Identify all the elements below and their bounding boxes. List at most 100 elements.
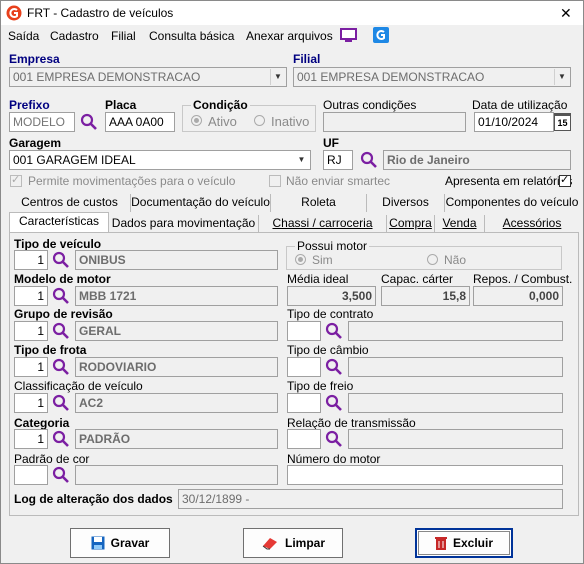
tipo-veiculo-desc: ONIBUS <box>75 250 278 270</box>
tab-componentes[interactable]: Componentes do veículo <box>445 194 579 212</box>
menu-consulta-basica[interactable]: Consulta básica <box>149 29 234 43</box>
tab-chassi[interactable]: Chassi / carroceria <box>259 215 387 233</box>
close-icon[interactable]: ✕ <box>560 5 572 22</box>
search-icon[interactable] <box>325 394 343 412</box>
search-icon[interactable] <box>80 113 98 131</box>
log-label: Log de alteração dos dados <box>14 492 173 506</box>
empresa-value: 001 EMPRESA DEMONSTRACAO <box>13 70 201 84</box>
tab-compra[interactable]: Compra <box>387 215 435 233</box>
chevron-down-icon: ▼ <box>294 152 309 168</box>
title-bar: FRT - Cadastro de veículos ✕ <box>1 1 583 25</box>
outras-condicoes-label: Outras condições <box>323 98 417 112</box>
tab-diversos[interactable]: Diversos <box>367 194 445 212</box>
permite-label: Permite movimentações para o veículo <box>28 174 236 188</box>
relacao-transmissao-desc <box>348 429 563 449</box>
data-utilizacao-label: Data de utilização <box>472 98 568 112</box>
relacao-transmissao-code[interactable] <box>287 429 321 449</box>
limpar-label: Limpar <box>284 536 325 550</box>
tab-dados-movimentacao[interactable]: Dados para movimentação <box>109 215 259 233</box>
empresa-select[interactable]: 001 EMPRESA DEMONSTRACAO ▼ <box>9 67 287 87</box>
nao-radio[interactable] <box>427 254 438 265</box>
modelo-motor-desc: MBB 1721 <box>75 286 278 306</box>
numero-motor-input[interactable] <box>287 465 563 485</box>
tabs-row-2: Características Dados para movimentação … <box>9 212 579 233</box>
sim-label: Sim <box>312 253 333 267</box>
classificacao-label: Classificação de veículo <box>14 379 143 393</box>
uf-name-field: Rio de Janeiro <box>383 150 571 170</box>
log-field: 30/12/1899 - <box>178 489 563 509</box>
search-icon[interactable] <box>325 430 343 448</box>
capac-carter-label: Capac. cárter <box>381 272 454 286</box>
uf-input[interactable]: RJ <box>323 150 353 170</box>
search-icon[interactable] <box>52 287 70 305</box>
data-utilizacao-input[interactable]: 01/10/2024 <box>474 112 554 132</box>
menu-saida[interactable]: Saída <box>8 29 39 43</box>
grupo-revisao-label: Grupo de revisão <box>14 307 113 321</box>
tipo-frota-desc: RODOVIARIO <box>75 357 278 377</box>
window-title: FRT - Cadastro de veículos <box>27 6 174 20</box>
garagem-select[interactable]: 001 GARAGEM IDEAL ▼ <box>9 150 311 170</box>
tab-caracteristicas[interactable]: Características <box>9 212 109 232</box>
uf-label: UF <box>323 136 339 150</box>
tipo-frota-label: Tipo de frota <box>14 343 87 357</box>
search-icon[interactable] <box>360 151 378 169</box>
search-icon[interactable] <box>325 322 343 340</box>
tab-roleta[interactable]: Roleta <box>271 194 367 212</box>
radio-dot-icon <box>298 257 303 262</box>
grupo-revisao-code[interactable]: 1 <box>14 321 48 341</box>
calendar-icon[interactable]: 15 <box>554 113 571 131</box>
outras-condicoes-field <box>323 112 466 132</box>
menu-cadastro[interactable]: Cadastro <box>50 29 99 43</box>
padrao-cor-code[interactable] <box>14 465 48 485</box>
menu-anexar-arquivos[interactable]: Anexar arquivos <box>246 29 333 43</box>
padrao-cor-label: Padrão de cor <box>14 452 90 466</box>
tipo-contrato-desc <box>348 321 563 341</box>
search-icon[interactable] <box>52 358 70 376</box>
chevron-down-icon: ▼ <box>554 69 569 85</box>
tipo-contrato-code[interactable] <box>287 321 321 341</box>
tipo-veiculo-code[interactable]: 1 <box>14 250 48 270</box>
inativo-radio[interactable] <box>254 115 265 126</box>
excluir-button[interactable]: Excluir <box>415 528 513 558</box>
tab-acessorios[interactable]: Acessórios <box>485 215 579 233</box>
tab-centros-de-custos[interactable]: Centros de custos <box>9 194 131 212</box>
monitor-icon[interactable] <box>340 28 357 43</box>
placa-input[interactable]: AAA 0A00 <box>105 112 175 132</box>
prefixo-input[interactable] <box>9 112 75 132</box>
search-icon[interactable] <box>52 466 70 484</box>
tab-venda[interactable]: Venda <box>435 215 485 233</box>
relacao-transmissao-label: Relação de transmissão <box>287 416 416 430</box>
tipo-freio-code[interactable] <box>287 393 321 413</box>
tipo-freio-desc <box>348 393 563 413</box>
tab-documentacao[interactable]: Documentação do veículo <box>131 194 271 212</box>
checkmark-icon: ✓ <box>11 174 21 186</box>
floppy-disk-icon <box>91 536 105 550</box>
main-window: FRT - Cadastro de veículos ✕ Saída Cadas… <box>0 0 584 564</box>
tipo-contrato-label: Tipo de contrato <box>287 307 374 321</box>
gravar-label: Gravar <box>110 536 150 550</box>
search-icon[interactable] <box>52 251 70 269</box>
app-g-icon[interactable] <box>373 27 389 43</box>
menu-filial[interactable]: Filial <box>111 29 136 43</box>
apresenta-label: Apresenta em relatórios <box>445 174 573 188</box>
tipo-cambio-code[interactable] <box>287 357 321 377</box>
chevron-down-icon: ▼ <box>270 69 285 85</box>
classificacao-code[interactable]: 1 <box>14 393 48 413</box>
categoria-code[interactable]: 1 <box>14 429 48 449</box>
gravar-button[interactable]: Gravar <box>70 528 170 558</box>
tipo-frota-code[interactable]: 1 <box>14 357 48 377</box>
media-ideal-label: Média ideal <box>287 272 349 286</box>
filial-select[interactable]: 001 EMPRESA DEMONSTRACAO ▼ <box>293 67 571 87</box>
nao-enviar-checkbox[interactable] <box>269 175 281 187</box>
limpar-button[interactable]: Limpar <box>243 528 343 558</box>
modelo-motor-code[interactable]: 1 <box>14 286 48 306</box>
garagem-value: 001 GARAGEM IDEAL <box>13 153 136 167</box>
search-icon[interactable] <box>52 430 70 448</box>
possui-motor-label: Possui motor <box>295 239 370 253</box>
search-icon[interactable] <box>52 394 70 412</box>
condicao-label: Condição <box>191 98 250 112</box>
search-icon[interactable] <box>325 358 343 376</box>
eraser-icon <box>262 538 277 550</box>
search-icon[interactable] <box>52 322 70 340</box>
repos-combust-value: 0,000 <box>473 286 563 306</box>
